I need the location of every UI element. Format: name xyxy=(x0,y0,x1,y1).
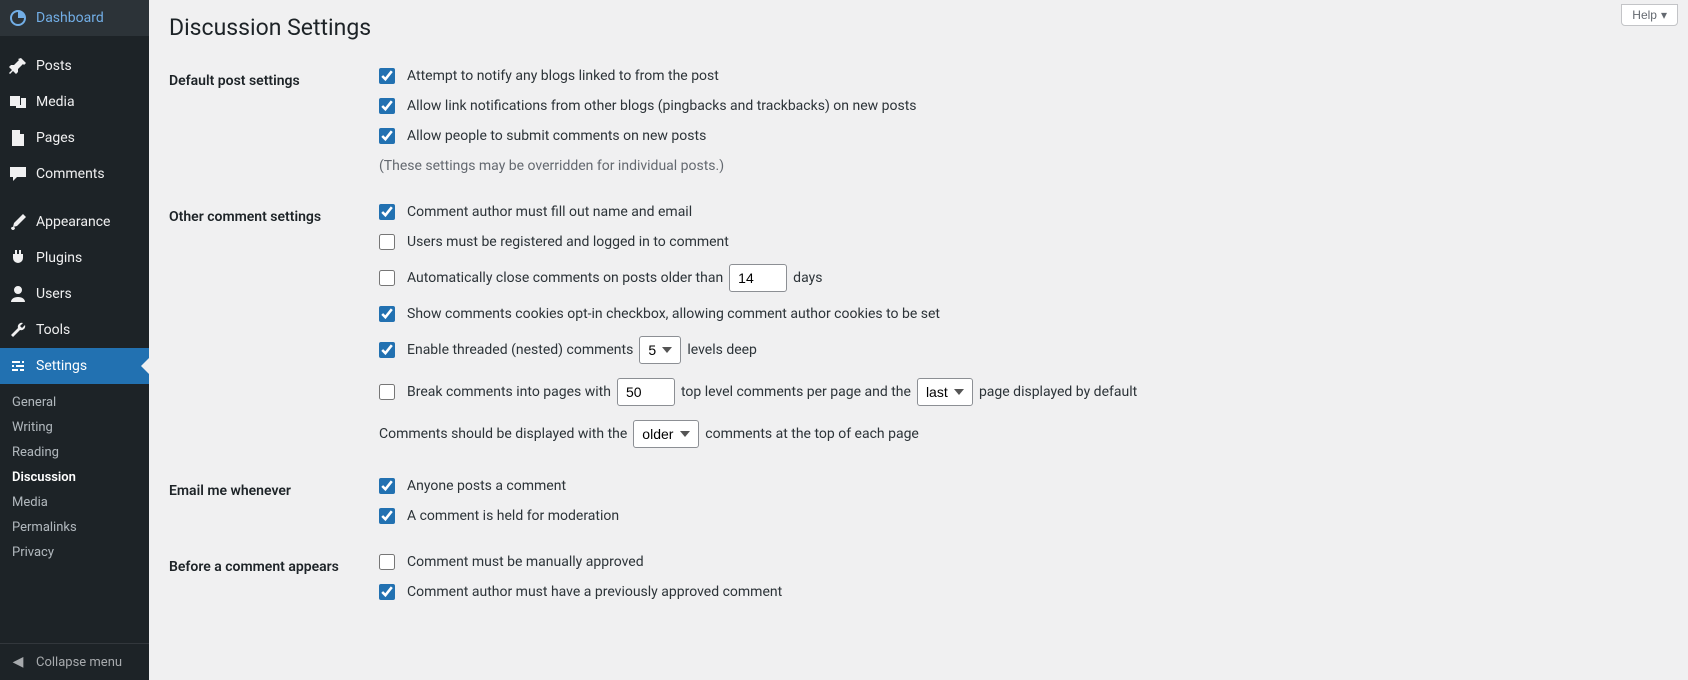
checkbox-auto-close-comments[interactable] xyxy=(379,270,395,286)
settings-icon xyxy=(8,356,28,376)
sidebar-item-label: Comments xyxy=(36,166,141,182)
brush-icon xyxy=(8,212,28,232)
sidebar-item-comments[interactable]: Comments xyxy=(0,156,149,192)
label-auto-close-post: days xyxy=(793,270,822,286)
sidebar-item-appearance[interactable]: Appearance xyxy=(0,204,149,240)
label-email-on-moderation[interactable]: A comment is held for moderation xyxy=(407,508,619,524)
comment-icon xyxy=(8,164,28,184)
submenu-item-privacy[interactable]: Privacy xyxy=(0,540,149,565)
submenu-item-general[interactable]: General xyxy=(0,390,149,415)
user-icon xyxy=(8,284,28,304)
submenu-item-discussion[interactable]: Discussion xyxy=(0,465,149,490)
checkbox-threaded-comments[interactable] xyxy=(379,342,395,358)
sidebar-item-label: Tools xyxy=(36,322,141,338)
input-comments-per-page[interactable] xyxy=(617,378,675,406)
wrench-icon xyxy=(8,320,28,340)
checkbox-require-name-email[interactable] xyxy=(379,204,395,220)
sidebar-item-users[interactable]: Users xyxy=(0,276,149,312)
collapse-icon: ◀ xyxy=(8,652,28,672)
label-threaded-post: levels deep xyxy=(687,342,757,358)
label-allow-pingbacks[interactable]: Allow link notifications from other blog… xyxy=(407,98,917,114)
sidebar-item-tools[interactable]: Tools xyxy=(0,312,149,348)
section-heading-other-comment: Other comment settings xyxy=(169,189,369,463)
sidebar-item-plugins[interactable]: Plugins xyxy=(0,240,149,276)
checkbox-paginate-comments[interactable] xyxy=(379,384,395,400)
collapse-menu-button[interactable]: ◀ Collapse menu xyxy=(0,643,149,680)
select-default-page[interactable]: last xyxy=(917,378,973,406)
sidebar-item-settings[interactable]: Settings xyxy=(0,348,149,384)
label-cookies-optin[interactable]: Show comments cookies opt-in checkbox, a… xyxy=(407,306,940,322)
label-auto-close-pre[interactable]: Automatically close comments on posts ol… xyxy=(407,270,723,286)
label-order-pre: Comments should be displayed with the xyxy=(379,426,627,442)
select-thread-depth[interactable]: 5 xyxy=(639,336,681,364)
section-heading-email-me: Email me whenever xyxy=(169,463,369,539)
checkbox-cookies-optin[interactable] xyxy=(379,306,395,322)
input-close-days[interactable] xyxy=(729,264,787,292)
sidebar-item-pages[interactable]: Pages xyxy=(0,120,149,156)
label-threaded-pre[interactable]: Enable threaded (nested) comments xyxy=(407,342,633,358)
checkbox-allow-pingbacks[interactable] xyxy=(379,98,395,114)
submenu-item-reading[interactable]: Reading xyxy=(0,440,149,465)
pin-icon xyxy=(8,56,28,76)
label-require-registration[interactable]: Users must be registered and logged in t… xyxy=(407,234,729,250)
checkbox-allow-comments[interactable] xyxy=(379,128,395,144)
chevron-down-icon: ▾ xyxy=(1661,8,1667,22)
plugin-icon xyxy=(8,248,28,268)
label-paginate-post: page displayed by default xyxy=(979,384,1137,400)
label-allow-comments[interactable]: Allow people to submit comments on new p… xyxy=(407,128,706,144)
media-icon xyxy=(8,92,28,112)
label-email-on-comment[interactable]: Anyone posts a comment xyxy=(407,478,566,494)
select-comment-order[interactable]: older xyxy=(633,420,699,448)
sidebar-item-label: Pages xyxy=(36,130,141,146)
default-post-note: (These settings may be overridden for in… xyxy=(379,158,1658,174)
settings-submenu: General Writing Reading Discussion Media… xyxy=(0,384,149,571)
checkbox-require-registration[interactable] xyxy=(379,234,395,250)
sidebar-item-label: Dashboard xyxy=(36,10,141,26)
admin-sidebar: Dashboard Posts Media Pages Comments App… xyxy=(0,0,149,680)
help-button[interactable]: Help ▾ xyxy=(1621,4,1678,26)
collapse-label: Collapse menu xyxy=(36,655,122,670)
page-title: Discussion Settings xyxy=(169,0,1668,45)
checkbox-prev-approved[interactable] xyxy=(379,584,395,600)
submenu-item-permalinks[interactable]: Permalinks xyxy=(0,515,149,540)
label-require-name-email[interactable]: Comment author must fill out name and em… xyxy=(407,204,692,220)
label-notify-linked-blogs[interactable]: Attempt to notify any blogs linked to fr… xyxy=(407,68,719,84)
label-prev-approved[interactable]: Comment author must have a previously ap… xyxy=(407,584,782,600)
checkbox-email-on-comment[interactable] xyxy=(379,478,395,494)
main-content: Help ▾ Discussion Settings Default post … xyxy=(149,0,1688,680)
section-heading-before-appears: Before a comment appears xyxy=(169,539,369,615)
sidebar-item-label: Plugins xyxy=(36,250,141,266)
dashboard-icon xyxy=(8,8,28,28)
checkbox-email-on-moderation[interactable] xyxy=(379,508,395,524)
label-paginate-mid: top level comments per page and the xyxy=(681,384,911,400)
label-manual-approve[interactable]: Comment must be manually approved xyxy=(407,554,644,570)
sidebar-item-media[interactable]: Media xyxy=(0,84,149,120)
sidebar-item-label: Media xyxy=(36,94,141,110)
submenu-item-media[interactable]: Media xyxy=(0,490,149,515)
sidebar-item-posts[interactable]: Posts xyxy=(0,48,149,84)
sidebar-item-label: Users xyxy=(36,286,141,302)
help-label: Help xyxy=(1632,8,1657,22)
checkbox-manual-approve[interactable] xyxy=(379,554,395,570)
checkbox-notify-linked-blogs[interactable] xyxy=(379,68,395,84)
submenu-item-writing[interactable]: Writing xyxy=(0,415,149,440)
sidebar-item-dashboard[interactable]: Dashboard xyxy=(0,0,149,36)
sidebar-item-label: Posts xyxy=(36,58,141,74)
sidebar-item-label: Settings xyxy=(36,358,141,374)
sidebar-item-label: Appearance xyxy=(36,214,141,230)
page-icon xyxy=(8,128,28,148)
section-heading-default-post: Default post settings xyxy=(169,53,369,189)
settings-form: Default post settings Attempt to notify … xyxy=(169,53,1668,615)
label-paginate-pre[interactable]: Break comments into pages with xyxy=(407,384,611,400)
label-order-post: comments at the top of each page xyxy=(705,426,919,442)
